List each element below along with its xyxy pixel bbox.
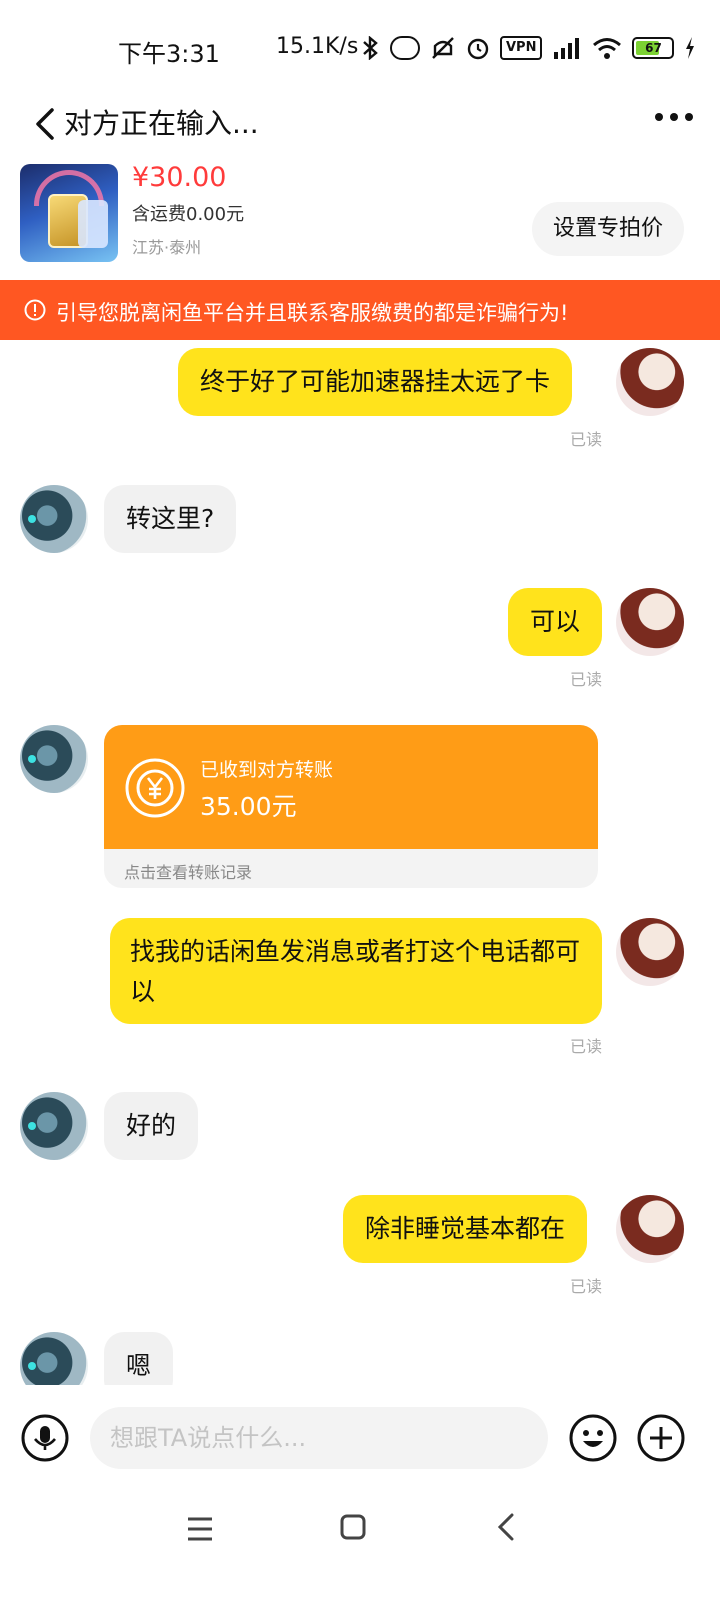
message-bubble-sent[interactable]: 可以 <box>508 588 603 656</box>
chat-messages[interactable]: 终于好了可能加速器挂太远了卡 已读 转这里? 可以 已读 已收到对方转账 35.… <box>0 340 720 1385</box>
product-shipping: 含运费0.00元 <box>132 204 245 225</box>
system-nav-bar <box>0 1490 720 1600</box>
voice-input-icon[interactable] <box>20 1413 70 1463</box>
message-text: 找我的话闲鱼发消息或者打这个电话都可以 <box>130 937 581 1006</box>
yuan-transfer-icon <box>125 758 185 818</box>
message-bubble-sent[interactable]: 找我的话闲鱼发消息或者打这个电话都可以 <box>110 918 602 1024</box>
contact-avatar[interactable] <box>20 1092 88 1160</box>
message-bubble-received[interactable]: 转这里? <box>104 485 237 553</box>
emoji-icon[interactable] <box>568 1413 618 1463</box>
more-options-icon[interactable] <box>652 110 696 124</box>
message-text: 可以 <box>530 607 581 636</box>
message-input[interactable] <box>90 1407 548 1469</box>
status-bar: 下午3:31 15.1K/s VPN 67 <box>0 0 720 92</box>
read-receipt: 已读 <box>570 1037 603 1056</box>
mute-icon <box>432 37 454 59</box>
status-icons: VPN 67 <box>360 34 696 62</box>
read-receipt: 已读 <box>570 430 603 449</box>
message-text: 除非睡觉基本都在 <box>365 1214 566 1243</box>
read-receipt: 已读 <box>570 1277 603 1296</box>
warning-text: 引导您脱离闲鱼平台并且联系客服缴费的都是诈骗行为! <box>56 301 569 325</box>
set-special-price-button[interactable]: 设置专拍价 <box>532 202 684 256</box>
wifi-icon <box>593 38 622 59</box>
message-text: 好的 <box>126 1111 177 1140</box>
my-avatar[interactable] <box>616 348 684 416</box>
message-bubble-received[interactable]: 嗯 <box>104 1332 174 1385</box>
transfer-card-header: 已收到对方转账 35.00元 <box>104 725 598 849</box>
product-location: 江苏·泰州 <box>132 238 202 257</box>
plus-icon[interactable] <box>636 1413 686 1463</box>
status-net-speed: 15.1K/s <box>276 34 359 59</box>
transfer-card[interactable]: 已收到对方转账 35.00元 点击查看转账记录 <box>104 725 598 888</box>
my-avatar[interactable] <box>616 1195 684 1263</box>
message-text: 终于好了可能加速器挂太远了卡 <box>200 367 551 396</box>
read-receipt: 已读 <box>570 670 603 689</box>
message-text: 转这里? <box>126 504 215 533</box>
charging-icon <box>686 37 695 59</box>
bluetooth-icon <box>363 36 378 60</box>
signal-icon <box>554 38 580 59</box>
nav-back-icon[interactable] <box>494 1512 520 1542</box>
status-time: 下午3:31 <box>118 40 220 68</box>
back-arrow-icon[interactable] <box>30 106 60 142</box>
product-card[interactable]: ¥30.00 含运费0.00元 江苏·泰州 设置专拍价 <box>0 154 720 280</box>
chat-title: 对方正在输入... <box>64 107 259 140</box>
warning-icon <box>24 299 46 321</box>
home-icon[interactable] <box>340 1514 366 1540</box>
contact-avatar[interactable] <box>20 485 88 553</box>
transfer-amount: 35.00元 <box>200 792 297 821</box>
contact-avatar[interactable] <box>20 725 88 793</box>
transfer-status: 已收到对方转账 <box>200 759 334 781</box>
message-bubble-sent[interactable]: 除非睡觉基本都在 <box>343 1195 588 1263</box>
message-bubble-received[interactable]: 好的 <box>104 1092 199 1160</box>
vpn-icon: VPN <box>500 36 543 60</box>
product-price: ¥30.00 <box>132 162 227 193</box>
battery-level: 67 <box>645 41 662 55</box>
my-avatar[interactable] <box>616 918 684 986</box>
alarm-icon <box>467 38 489 60</box>
my-avatar[interactable] <box>616 588 684 656</box>
recent-apps-icon[interactable] <box>186 1516 214 1542</box>
message-text: 嗯 <box>126 1351 152 1380</box>
message-input-bar <box>0 1385 720 1490</box>
battery-icon: 67 <box>632 37 675 59</box>
title-bar: 对方正在输入... <box>0 92 720 154</box>
transfer-record-link[interactable]: 点击查看转账记录 <box>124 859 252 883</box>
contact-avatar[interactable] <box>20 1332 88 1385</box>
product-thumbnail[interactable] <box>20 164 118 262</box>
nfc-icon <box>390 36 420 60</box>
fraud-warning-bar: 引导您脱离闲鱼平台并且联系客服缴费的都是诈骗行为! <box>0 280 720 340</box>
message-bubble-sent[interactable]: 终于好了可能加速器挂太远了卡 <box>178 348 573 416</box>
